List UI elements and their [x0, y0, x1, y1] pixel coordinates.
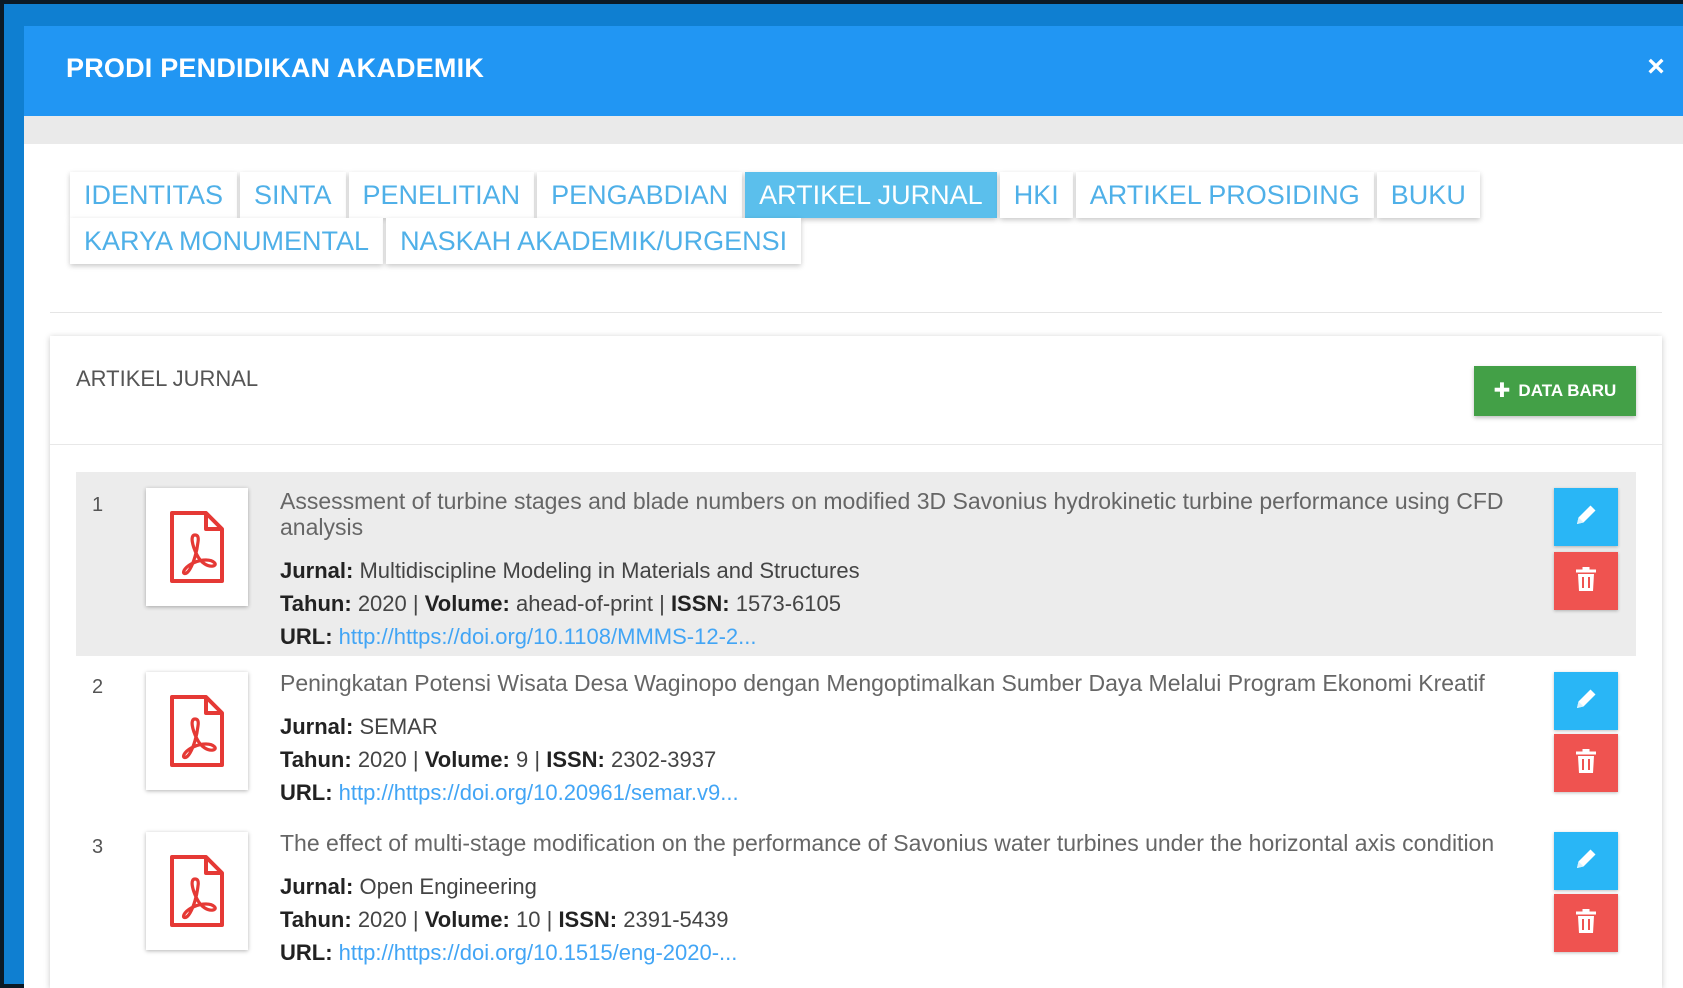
jurnal-value: Open Engineering [359, 874, 537, 899]
tab-hki[interactable]: HKI [999, 172, 1073, 218]
separator: | [406, 591, 425, 616]
issn-value: 1573-6105 [735, 591, 841, 616]
article-content: Assessment of turbine stages and blade n… [280, 488, 1520, 653]
url-label: URL: [280, 780, 333, 805]
tab-bar: IDENTITAS SINTA PENELITIAN PENGABDIAN ARTIKE… [70, 172, 1480, 264]
tab-buku[interactable]: BUKU [1376, 172, 1480, 218]
separator: | [652, 591, 671, 616]
jurnal-value: SEMAR [359, 714, 438, 739]
jurnal-line: Jurnal: SEMAR [280, 710, 1520, 743]
tab-identitas[interactable]: IDENTITAS [70, 172, 238, 218]
url-line: URL: http://https://doi.org/10.20961/sem… [280, 776, 1520, 809]
article-number: 2 [92, 676, 104, 698]
pencil-icon [1573, 846, 1599, 877]
tahun-label: Tahun: [280, 591, 352, 616]
article-title: The effect of multi-stage modification o… [280, 830, 1495, 856]
separator: | [540, 907, 559, 932]
close-icon[interactable]: × [1639, 50, 1673, 84]
tab-pengabdian[interactable]: PENGABDIAN [537, 172, 743, 218]
jurnal-value: Multidiscipline Modeling in Materials an… [359, 558, 860, 583]
modal-title: PRODI PENDIDIKAN AKADEMIK [66, 53, 485, 83]
pencil-icon [1573, 502, 1599, 533]
separator: | [406, 907, 425, 932]
tab-artikel-prosiding[interactable]: ARTIKEL PROSIDING [1075, 172, 1374, 218]
card-title: ARTIKEL JURNAL [76, 366, 259, 391]
separator: | [528, 747, 547, 772]
card-separator [50, 444, 1662, 445]
volume-value: 10 [516, 907, 541, 932]
edit-button[interactable] [1554, 672, 1618, 730]
issn-value: 2302-3937 [611, 747, 717, 772]
volume-label: Volume: [424, 591, 510, 616]
pencil-icon [1573, 686, 1599, 717]
tahun-value: 2020 [357, 907, 407, 932]
delete-button[interactable] [1554, 552, 1618, 610]
tahun-label: Tahun: [280, 747, 352, 772]
tab-row-2: KARYA MONUMENTAL NASKAH AKADEMIK/URGENSI [70, 218, 1370, 264]
delete-button[interactable] [1554, 734, 1618, 792]
add-data-label: DATA BARU [1518, 381, 1617, 400]
article-url-link[interactable]: http://https://doi.org/10.20961/semar.v9… [339, 780, 739, 805]
article-number: 3 [92, 836, 104, 858]
jurnal-label: Jurnal: [280, 874, 354, 899]
meta-line: Tahun: 2020 | Volume: 9 | ISSN: 2302-393… [280, 743, 1520, 776]
issn-value: 2391-5439 [623, 907, 729, 932]
trash-icon [1575, 748, 1597, 779]
issn-label: ISSN: [546, 747, 605, 772]
edit-button[interactable] [1554, 488, 1618, 546]
jurnal-line: Jurnal: Open Engineering [280, 870, 1520, 903]
volume-value: 9 [516, 747, 529, 772]
article-title: Peningkatan Potensi Wisata Desa Waginopo… [280, 670, 1485, 696]
tahun-value: 2020 [357, 591, 407, 616]
tab-sinta[interactable]: SINTA [240, 172, 346, 218]
articles-card: ARTIKEL JURNAL ✚ DATA BARU 1 Assessment o… [50, 336, 1662, 988]
delete-button[interactable] [1554, 894, 1618, 952]
jurnal-label: Jurnal: [280, 558, 354, 583]
article-url-link[interactable]: http://https://doi.org/10.1108/MMMS-12-2… [339, 624, 757, 649]
article-item: 3 The effect of multi-stage modification … [76, 816, 1636, 976]
article-url-link[interactable]: http://https://doi.org/10.1515/eng-2020-… [339, 940, 738, 965]
article-title: Assessment of turbine stages and blade n… [280, 488, 1504, 540]
volume-label: Volume: [424, 907, 510, 932]
article-item: 2 Peningkatan Potensi Wisata Desa Waginop… [76, 656, 1636, 816]
pdf-icon[interactable] [146, 832, 248, 950]
url-line: URL: http://https://doi.org/10.1108/MMMS… [280, 620, 1520, 653]
article-content: Peningkatan Potensi Wisata Desa Waginopo… [280, 670, 1520, 809]
tahun-label: Tahun: [280, 907, 352, 932]
plus-icon: ✚ [1493, 380, 1511, 402]
separator: | [406, 747, 425, 772]
article-content: The effect of multi-stage modification o… [280, 830, 1520, 969]
tab-karya-monumental[interactable]: KARYA MONUMENTAL [70, 218, 384, 264]
volume-value: ahead-of-print [516, 591, 653, 616]
modal-header: PRODI PENDIDIKAN AKADEMIK × [24, 26, 1683, 116]
modal-body: IDENTITAS SINTA PENELITIAN PENGABDIAN ARTIKE… [24, 144, 1683, 988]
tab-row-1: IDENTITAS SINTA PENELITIAN PENGABDIAN ARTIKE… [70, 172, 1480, 218]
jurnal-label: Jurnal: [280, 714, 354, 739]
trash-icon [1575, 908, 1597, 939]
meta-line: Tahun: 2020 | Volume: 10 | ISSN: 2391-54… [280, 903, 1520, 936]
issn-label: ISSN: [558, 907, 618, 932]
meta-line: Tahun: 2020 | Volume: ahead-of-print | I… [280, 587, 1520, 620]
tahun-value: 2020 [357, 747, 407, 772]
article-number: 1 [92, 494, 104, 516]
trash-icon [1575, 566, 1597, 597]
edit-button[interactable] [1554, 832, 1618, 890]
modal-dialog: PRODI PENDIDIKAN AKADEMIK × IDENTITAS SIN… [24, 26, 1683, 988]
issn-label: ISSN: [670, 591, 730, 616]
volume-label: Volume: [424, 747, 510, 772]
tab-penelitian[interactable]: PENELITIAN [348, 172, 535, 218]
divider [50, 312, 1662, 313]
jurnal-line: Jurnal: Multidiscipline Modeling in Mate… [280, 554, 1520, 587]
add-data-button[interactable]: ✚ DATA BARU [1474, 366, 1636, 416]
pdf-icon[interactable] [146, 672, 248, 790]
tab-artikel-jurnal[interactable]: ARTIKEL JURNAL [745, 172, 997, 218]
pdf-icon[interactable] [146, 488, 248, 606]
tab-naskah-akademik-urgensi[interactable]: NASKAH AKADEMIK/URGENSI [386, 218, 802, 264]
url-label: URL: [280, 940, 333, 965]
url-line: URL: http://https://doi.org/10.1515/eng-… [280, 936, 1520, 969]
window-frame: PRODI PENDIDIKAN AKADEMIK × IDENTITAS SIN… [4, 4, 1683, 988]
article-item: 1 Assessment of turbine stages and blade … [76, 472, 1636, 656]
url-label: URL: [280, 624, 333, 649]
